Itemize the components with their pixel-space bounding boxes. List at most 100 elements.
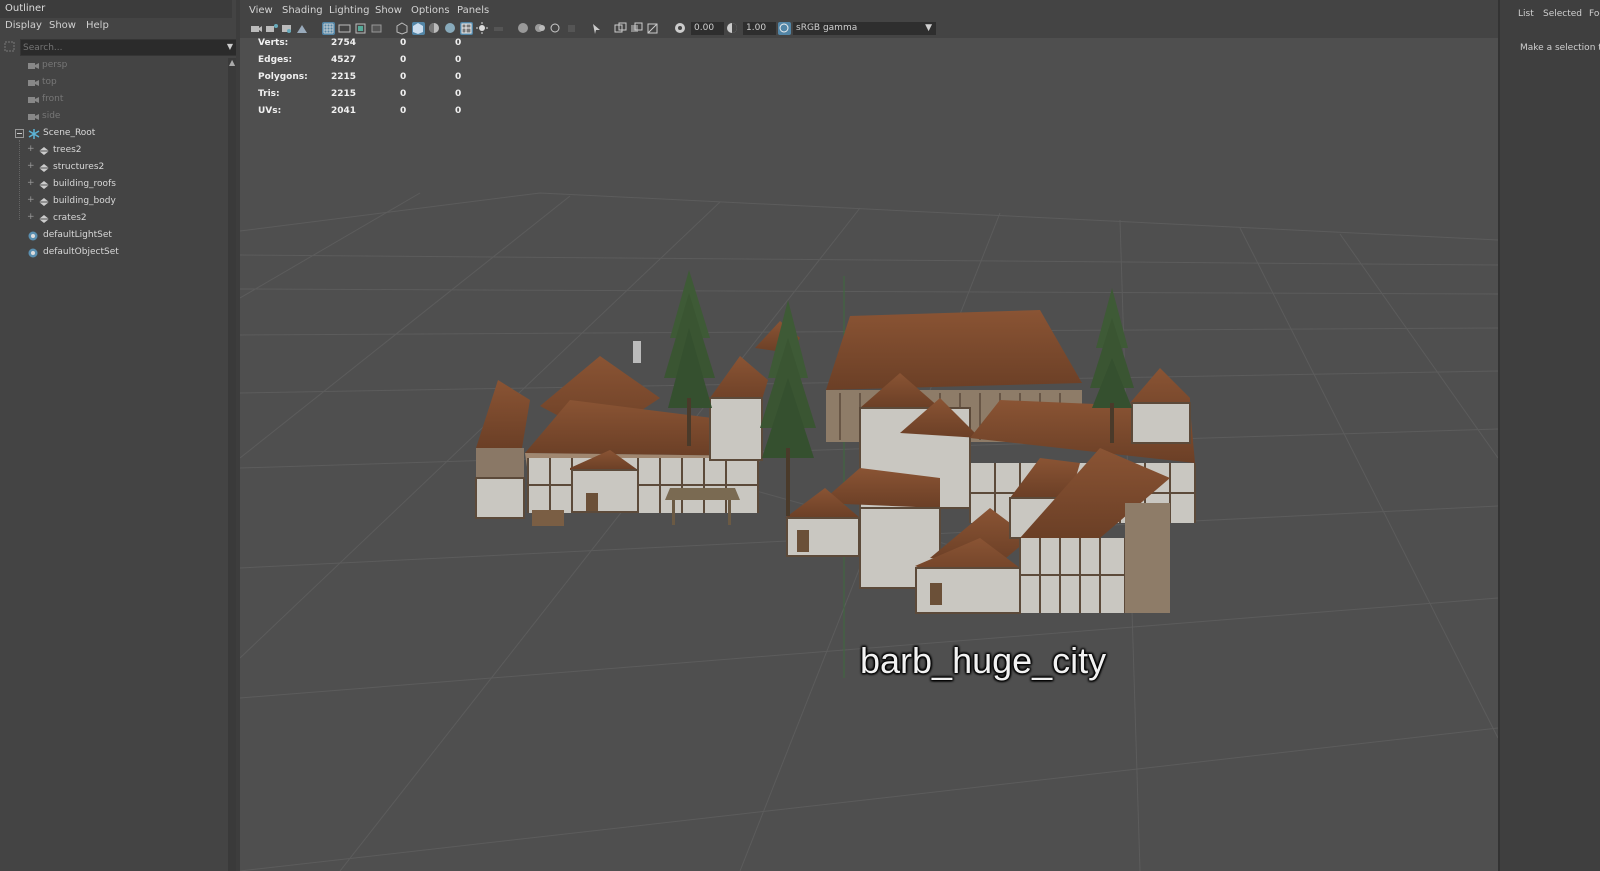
xray-joints-icon[interactable] bbox=[646, 22, 659, 35]
outliner-item-top[interactable]: top bbox=[0, 75, 228, 91]
outliner-item-building-body[interactable]: + building_body bbox=[0, 194, 228, 210]
outliner-item-label: building_roofs bbox=[53, 179, 116, 189]
hud-value: 0 bbox=[455, 55, 462, 65]
chevron-down-icon[interactable]: ▼ bbox=[227, 42, 233, 51]
set-icon bbox=[28, 231, 38, 241]
film-gate-icon[interactable] bbox=[338, 22, 351, 35]
hud-value: 0 bbox=[455, 72, 462, 82]
camera-icon bbox=[28, 63, 39, 69]
xray-icon[interactable] bbox=[614, 22, 627, 35]
menu-shading[interactable]: Shading bbox=[282, 5, 323, 16]
grid-icon[interactable] bbox=[322, 22, 335, 35]
outliner-item-defaultobjectset[interactable]: defaultObjectSet bbox=[0, 245, 228, 261]
exposure-field[interactable]: 0.00 bbox=[691, 22, 724, 35]
bookmark-icon[interactable] bbox=[280, 22, 293, 35]
hud-label: Tris: bbox=[258, 89, 280, 99]
scroll-up-icon[interactable]: ▲ bbox=[229, 58, 235, 67]
set-icon bbox=[28, 248, 38, 258]
outliner-item-label: side bbox=[42, 111, 61, 121]
default-material-icon[interactable] bbox=[428, 22, 441, 35]
selection-hint: Make a selection to bbox=[1520, 43, 1600, 53]
menu-display[interactable]: Display bbox=[5, 20, 42, 31]
joint-icon bbox=[28, 129, 40, 139]
outliner-item-crates2[interactable]: + crates2 bbox=[0, 211, 228, 227]
expand-icon[interactable]: + bbox=[27, 212, 35, 222]
hud-value: 0 bbox=[400, 55, 407, 65]
outliner-menubar: Display Show Help bbox=[0, 18, 232, 36]
chevron-down-icon[interactable]: ▼ bbox=[925, 22, 932, 35]
outliner-item-scene-root[interactable]: Scene_Root bbox=[0, 126, 228, 142]
expand-icon[interactable]: + bbox=[27, 195, 35, 205]
wireframe-on-shaded-icon[interactable] bbox=[444, 22, 457, 35]
viewport-toolbar: 0.00 1.00 sRGB gamma ▼ bbox=[240, 20, 1498, 38]
viewport-panel[interactable]: View Shading Lighting Show Options Panel… bbox=[240, 0, 1498, 871]
menu-options[interactable]: Options bbox=[411, 5, 450, 16]
camera-attr-icon[interactable] bbox=[265, 22, 278, 35]
menu-help[interactable]: Help bbox=[86, 20, 109, 31]
resolution-gate-icon[interactable] bbox=[354, 22, 367, 35]
tab-list[interactable]: List bbox=[1518, 9, 1534, 19]
expand-icon[interactable]: + bbox=[27, 178, 35, 188]
hud-row-uvs: UVs: 2041 0 0 bbox=[258, 106, 488, 123]
outliner-item-building-roofs[interactable]: + building_roofs bbox=[0, 177, 228, 193]
gate-mask-icon[interactable] bbox=[370, 22, 383, 35]
outliner-item-structures2[interactable]: + structures2 bbox=[0, 160, 228, 176]
search-input[interactable] bbox=[23, 40, 203, 55]
outliner-panel: Outliner Display Show Help ▼ persp top fro… bbox=[0, 0, 238, 871]
color-management-icon[interactable] bbox=[778, 22, 791, 35]
tab-selected[interactable]: Selected bbox=[1543, 9, 1582, 19]
expand-icon[interactable]: + bbox=[27, 161, 35, 171]
hud-value: 0 bbox=[400, 72, 407, 82]
exposure-icon[interactable] bbox=[674, 22, 687, 35]
outliner-item-trees2[interactable]: + trees2 bbox=[0, 143, 228, 159]
outliner-item-persp[interactable]: persp bbox=[0, 58, 228, 74]
smooth-shade-icon[interactable] bbox=[412, 22, 425, 35]
hud-value: 2215 bbox=[331, 72, 357, 82]
mesh-icon bbox=[39, 164, 49, 172]
mesh-icon bbox=[39, 147, 49, 155]
gamma-field[interactable]: 1.00 bbox=[743, 22, 776, 35]
outliner-item-front[interactable]: front bbox=[0, 92, 228, 108]
select-filter-icon[interactable] bbox=[4, 41, 16, 53]
mesh-icon bbox=[39, 181, 49, 189]
image-plane-icon[interactable] bbox=[296, 22, 309, 35]
hud-label: UVs: bbox=[258, 106, 282, 116]
menu-show[interactable]: Show bbox=[375, 5, 402, 16]
hud-row-edges: Edges: 4527 0 0 bbox=[258, 55, 488, 72]
view-transform-select[interactable]: sRGB gamma ▼ bbox=[793, 22, 936, 35]
menu-show[interactable]: Show bbox=[49, 20, 76, 31]
outliner-item-defaultlightset[interactable]: defaultLightSet bbox=[0, 228, 228, 244]
textured-icon[interactable] bbox=[460, 22, 473, 35]
menu-lighting[interactable]: Lighting bbox=[329, 5, 369, 16]
depth-of-field-icon[interactable] bbox=[565, 22, 578, 35]
outliner-item-label: defaultLightSet bbox=[43, 230, 112, 240]
screen-space-ao-icon[interactable] bbox=[517, 22, 530, 35]
hud-label: Edges: bbox=[258, 55, 293, 65]
camera-icon bbox=[28, 114, 39, 120]
use-all-lights-icon[interactable] bbox=[476, 22, 489, 35]
hud-label: Polygons: bbox=[258, 72, 308, 82]
outliner-item-label: crates2 bbox=[53, 213, 87, 223]
hud-row-polygons: Polygons: 2215 0 0 bbox=[258, 72, 488, 89]
xray-active-icon[interactable] bbox=[630, 22, 643, 35]
wireframe-icon[interactable] bbox=[396, 22, 409, 35]
scene-3d-view[interactable] bbox=[240, 38, 1498, 871]
menu-view[interactable]: View bbox=[249, 5, 273, 16]
camera-select-icon[interactable] bbox=[250, 22, 263, 35]
outliner-item-label: Scene_Root bbox=[43, 128, 96, 138]
anti-aliasing-icon[interactable] bbox=[549, 22, 562, 35]
expand-icon[interactable]: + bbox=[27, 144, 35, 154]
view-transform-value: sRGB gamma bbox=[796, 23, 858, 33]
motion-blur-icon[interactable] bbox=[533, 22, 546, 35]
shadows-icon[interactable] bbox=[492, 22, 505, 35]
hud-row-verts: Verts: 2754 0 0 bbox=[258, 38, 488, 55]
hud-value: 4527 bbox=[331, 55, 357, 65]
tab-focus[interactable]: Foc bbox=[1589, 9, 1600, 19]
outliner-search[interactable]: ▼ bbox=[20, 39, 238, 56]
gamma-icon[interactable] bbox=[726, 22, 739, 35]
isolate-select-icon[interactable] bbox=[590, 22, 603, 35]
outliner-item-side[interactable]: side bbox=[0, 109, 228, 125]
hud-label: Verts: bbox=[258, 38, 289, 48]
collapse-icon[interactable] bbox=[15, 129, 25, 139]
menu-panels[interactable]: Panels bbox=[457, 5, 489, 16]
